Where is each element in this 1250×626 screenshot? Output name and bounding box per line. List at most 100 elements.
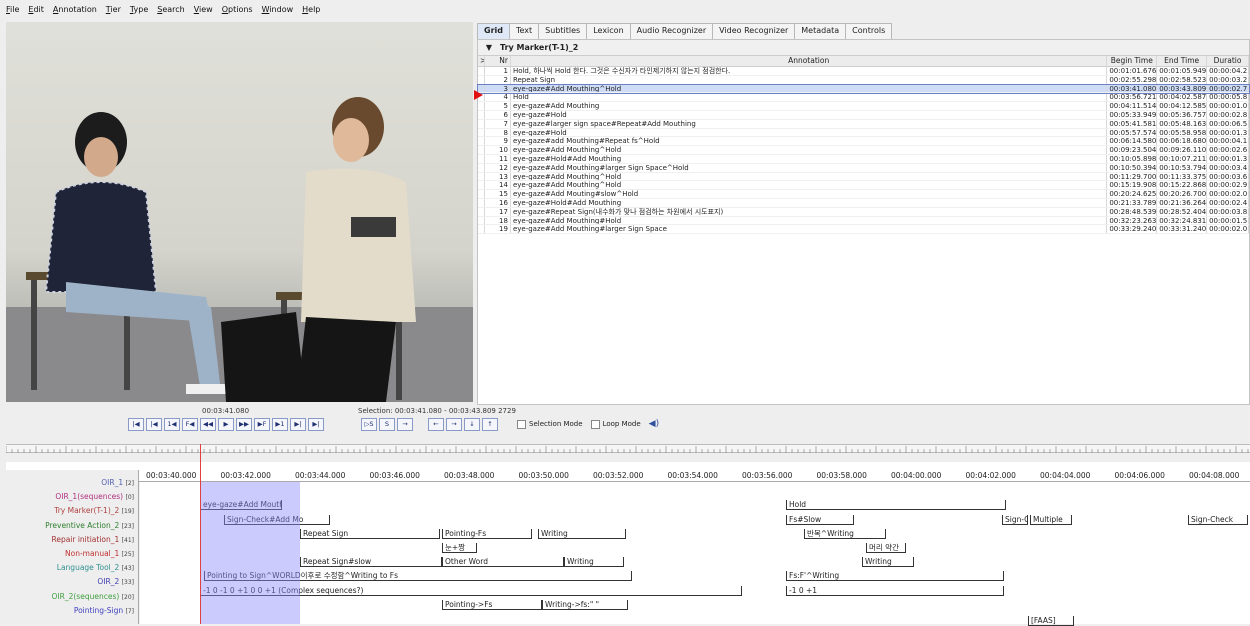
table-row[interactable]: 9 eye-gaze#add Mouthing#Repeat fs^Hold 00:… <box>478 137 1249 147</box>
menu-edit[interactable]: Edit <box>28 5 44 14</box>
annotation-box[interactable]: Fs#Slow <box>786 514 854 525</box>
annotation-box[interactable]: Writing <box>862 557 914 568</box>
table-row[interactable]: 4 Hold 00:03:56.721 00:04:02.587 00:00:05.8 <box>478 93 1249 103</box>
annotation-box[interactable]: Writing <box>564 557 624 568</box>
tab-controls[interactable]: Controls <box>845 23 893 39</box>
player-button-4[interactable]: ◀◀ <box>200 417 216 431</box>
selection-button-1[interactable]: S <box>379 417 395 431</box>
volume-icon[interactable]: ◀) <box>649 419 659 429</box>
loop-mode-checkbox[interactable]: Loop Mode <box>590 419 641 429</box>
header-nr[interactable]: Nr <box>485 56 511 66</box>
annotation-tracks[interactable]: eye-gaze#Add Mouthing^HHoldSign-Check#Ad… <box>140 482 1250 626</box>
menu-view[interactable]: View <box>194 5 213 14</box>
annotation-box[interactable]: Repeat Sign#slow <box>300 557 442 568</box>
table-row[interactable]: 14 eye-gaze#Add Mouthing^Hold 00:15:19.908… <box>478 181 1249 191</box>
player-button-9[interactable]: ▶| <box>290 417 306 431</box>
annotation-box[interactable]: Writing->fs:" " <box>542 599 628 610</box>
player-button-2[interactable]: 1◀ <box>164 417 180 431</box>
annotation-box[interactable]: Other Word <box>442 557 564 568</box>
time-ruler[interactable]: 00:03:40.000 00:03:42.000 00:03:44.000 00:0… <box>6 462 1250 482</box>
table-row[interactable]: 1 Hold, 하나씩 Hold 한다. 그것은 수신자가 타인제기하지 않는지 … <box>478 67 1249 76</box>
annotation-box[interactable]: 머리 약간 <box>866 543 906 553</box>
header-begin-time[interactable]: Begin Time <box>1107 56 1158 66</box>
tab-metadata[interactable]: Metadata <box>794 23 847 39</box>
annotation-box[interactable]: Repeat Sign <box>300 528 440 539</box>
player-button-3[interactable]: F◀ <box>182 417 198 431</box>
player-button-8[interactable]: ▶1 <box>272 417 288 431</box>
menu-window[interactable]: Window <box>262 5 294 14</box>
nav-button-0[interactable]: ← <box>428 417 444 431</box>
menu-search[interactable]: Search <box>157 5 184 14</box>
tier-selector[interactable]: ▼ Try Marker(T-1)_2 <box>478 40 1249 56</box>
nav-button-2[interactable]: ↓ <box>464 417 480 431</box>
table-row[interactable]: 19 eye-gaze#Add Mouthing#larger Sign Spac… <box>478 225 1249 235</box>
selection-button-2[interactable]: → <box>397 417 413 431</box>
tab-video-recognizer[interactable]: Video Recognizer <box>712 23 796 39</box>
tab-grid[interactable]: Grid <box>477 23 510 39</box>
tab-audio-recognizer[interactable]: Audio Recognizer <box>629 23 714 39</box>
table-row[interactable]: 6 eye-gaze#Hold 00:05:33.949 00:05:36.757 00… <box>478 110 1249 120</box>
table-row[interactable]: 3 eye-gaze#Add Mouthing^Hold 00:03:41.080 0… <box>477 83 1250 95</box>
table-row[interactable]: 17 eye-gaze#Repeat Sign(내수화가 맞나 점검하는 차원에서… <box>478 207 1249 217</box>
annotation-box[interactable]: -1 0 +1 <box>786 585 1004 596</box>
annotation-box[interactable]: Pointing->Fs <box>442 599 542 610</box>
video-viewer[interactable] <box>6 22 473 402</box>
menu-options[interactable]: Options <box>222 5 253 14</box>
tab-subtitles[interactable]: Subtitles <box>538 23 588 39</box>
player-button-1[interactable]: |◀ <box>146 417 162 431</box>
annotation-box[interactable]: [FAAS] <box>1028 616 1074 626</box>
nav-button-1[interactable]: → <box>446 417 462 431</box>
tab-text[interactable]: Text <box>508 23 540 39</box>
selection-mode-checkbox[interactable]: Selection Mode <box>517 419 583 429</box>
table-row[interactable]: 7 eye-gaze#larger sign space#Repeat#Add M… <box>478 119 1249 129</box>
table-row[interactable]: 18 eye-gaze#Add Mouthing#Hold 00:32:23.263… <box>478 216 1249 226</box>
annotation-box[interactable]: Fs:F'^Writing <box>786 571 1004 582</box>
player-button-6[interactable]: ▶▶ <box>236 417 252 431</box>
header-annotation[interactable]: Annotation <box>511 56 1108 66</box>
player-button-10[interactable]: ▶| <box>308 417 324 431</box>
player-button-0[interactable]: |◀ <box>128 417 144 431</box>
table-row[interactable]: 10 eye-gaze#Add Mouthing^Hold 00:09:23.504… <box>478 146 1249 155</box>
annotation-box[interactable]: 눈+짱 <box>442 543 477 553</box>
timeline-overview[interactable] <box>6 444 1250 453</box>
annotation-box[interactable]: Writing <box>538 528 626 539</box>
player-button-7[interactable]: ▶F <box>254 417 270 431</box>
tier-label[interactable]: Non-manual_1 [25] <box>65 549 134 558</box>
header-select[interactable]: > <box>478 56 485 66</box>
tier-label[interactable]: OIR_1 [2] <box>101 478 134 487</box>
menu-tier[interactable]: Tier <box>106 5 121 14</box>
table-row[interactable]: 5 eye-gaze#Add Mouthing 00:04:11.514 00:04:… <box>478 102 1249 111</box>
crosshair-cursor[interactable] <box>200 444 201 624</box>
player-button-5[interactable]: ▶ <box>218 417 234 431</box>
tier-label[interactable]: Repair initiation_1 [41] <box>51 535 134 544</box>
tier-label[interactable]: Language Tool_2 [43] <box>57 563 134 572</box>
tier-label[interactable]: OIR_1(sequences) [0] <box>55 492 134 501</box>
tab-lexicon[interactable]: Lexicon <box>586 23 631 39</box>
tier-label[interactable]: Try Marker(T-1)_2 [19] <box>54 506 134 515</box>
header-end-time[interactable]: End Time <box>1157 56 1208 66</box>
header-duration[interactable]: Duratio <box>1207 56 1249 66</box>
menu-file[interactable]: File <box>6 5 19 14</box>
tier-label[interactable]: OIR_2(sequences) [20] <box>52 592 134 601</box>
nav-button-3[interactable]: ↑ <box>482 417 498 431</box>
annotation-box[interactable]: Pointing-Fs <box>442 528 532 539</box>
dropdown-arrow-icon[interactable]: ▼ <box>478 43 500 52</box>
annotation-box[interactable]: Sign-Check <box>1188 514 1248 525</box>
table-row[interactable]: 2 Repeat Sign 00:02:55.298 00:02:58.523 00:0… <box>478 75 1249 85</box>
annotation-box[interactable]: Hold <box>786 500 1006 511</box>
tier-label[interactable]: Preventive Action_2 [23] <box>45 521 134 530</box>
tier-label[interactable]: OIR_2 [33] <box>97 577 134 586</box>
table-row[interactable]: 12 eye-gaze#Add Mouthing#larger Sign Spac… <box>478 163 1249 173</box>
tier-label[interactable]: Pointing-Sign [7] <box>74 606 134 615</box>
menu-annotation[interactable]: Annotation <box>53 5 97 14</box>
annotation-box[interactable]: Multiple <box>1030 514 1072 525</box>
selection-button-0[interactable]: ▷S <box>361 417 377 431</box>
menu-type[interactable]: Type <box>130 5 148 14</box>
table-row[interactable]: 15 eye-gaze#Add Mouting#slow^Hold 00:20:24… <box>478 190 1249 199</box>
menu-help[interactable]: Help <box>302 5 320 14</box>
annotation-box[interactable]: Sign-C <box>1002 514 1028 525</box>
table-row[interactable]: 11 eye-gaze#Hold#Add Mouthing 00:10:05.898… <box>478 154 1249 164</box>
table-row[interactable]: 16 eye-gaze#Hold#Add Mouthing 00:21:33.789… <box>478 198 1249 208</box>
table-row[interactable]: 8 eye-gaze#Hold 00:05:57.574 00:05:58.958 00… <box>478 128 1249 138</box>
annotation-box[interactable]: 반복^Writing <box>804 528 886 539</box>
